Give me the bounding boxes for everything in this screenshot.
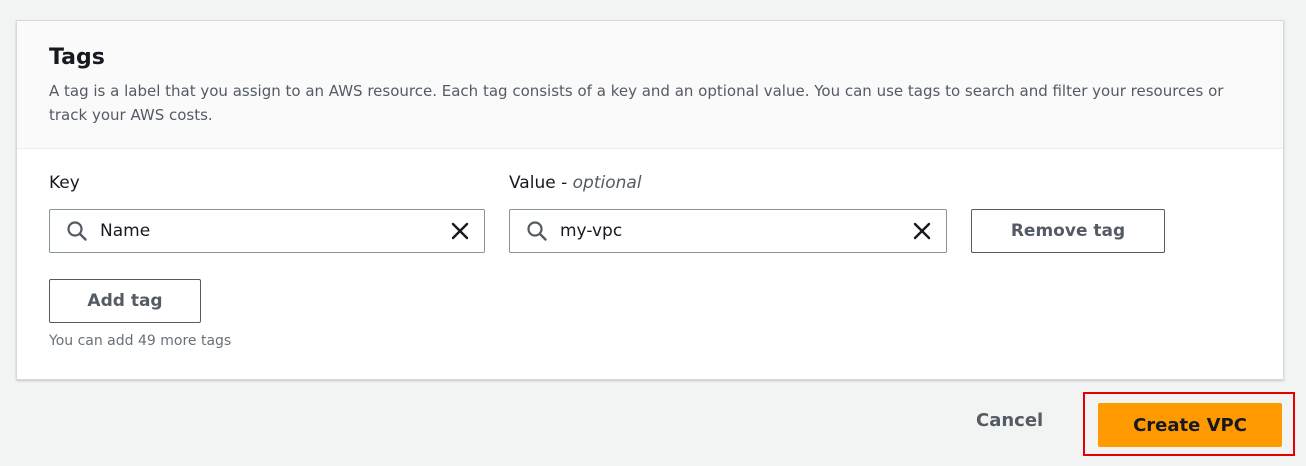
tag-value-field[interactable]: my-vpc (509, 209, 947, 253)
clear-icon[interactable] (450, 221, 470, 241)
tags-description: A tag is a label that you assign to an A… (49, 82, 1224, 124)
search-icon (67, 221, 87, 241)
search-icon (527, 221, 547, 241)
create-vpc-button[interactable]: Create VPC (1098, 403, 1282, 447)
tag-value-value[interactable]: my-vpc (560, 221, 912, 241)
value-label: Value - optional (509, 173, 642, 193)
value-optional-text: optional (572, 173, 642, 193)
key-label: Key (49, 173, 80, 193)
key-label-text: Key (49, 173, 80, 193)
tags-panel-header: Tags A tag is a label that you assign to… (17, 21, 1283, 149)
value-label-text: Value - (509, 173, 573, 193)
cancel-button[interactable]: Cancel (976, 410, 1043, 431)
tags-remaining-hint: You can add 49 more tags (49, 333, 232, 349)
tag-key-value[interactable]: Name (100, 221, 450, 241)
clear-icon[interactable] (912, 221, 932, 241)
tags-panel: Tags A tag is a label that you assign to… (16, 20, 1284, 380)
tag-key-field[interactable]: Name (49, 209, 485, 253)
remove-tag-button[interactable]: Remove tag (971, 209, 1165, 253)
add-tag-button[interactable]: Add tag (49, 279, 201, 323)
tags-title: Tags (49, 45, 105, 70)
